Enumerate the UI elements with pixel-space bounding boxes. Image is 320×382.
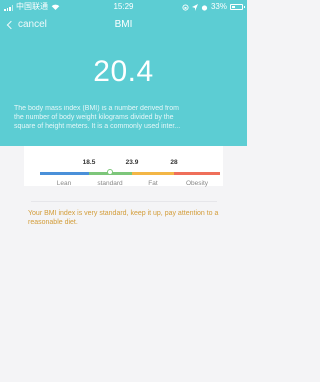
bmi-scale-card: 18.5 23.9 28 Lean standard Fat Obesity: [24, 146, 223, 187]
header: 中国联通 15:29 33% cancel BMI 20.4 The body …: [0, 0, 247, 146]
description-line-2: the number of body weight kilograms divi…: [14, 114, 174, 121]
threshold-fat: 28: [170, 159, 178, 166]
threshold-lean: 18.5: [82, 159, 96, 166]
bmi-description[interactable]: The body mass index (BMI) is a number de…: [14, 104, 233, 131]
description-line-1: The body mass index (BMI) is a number de…: [14, 105, 179, 112]
scale-bar-obesity: [174, 172, 220, 175]
bmi-value: 20.4: [93, 55, 154, 88]
nav-bar: cancel BMI: [0, 14, 247, 36]
bmi-screen: 中国联通 15:29 33% cancel BMI 20.4 The body …: [0, 0, 247, 382]
description-line-3: square of height meters. It is a commonl…: [14, 123, 181, 130]
alarm-icon: [201, 4, 208, 11]
scale-bar-lean: [40, 172, 89, 175]
category-standard: standard: [97, 180, 123, 187]
battery-percent: 33%: [210, 2, 227, 11]
location-icon: [191, 3, 198, 11]
status-bar: 中国联通 15:29 33%: [0, 0, 247, 14]
lock-rotation-icon: [182, 3, 189, 11]
category-obesity: Obesity: [185, 180, 209, 187]
bmi-marker: [107, 169, 113, 175]
divider: [31, 201, 217, 202]
battery-icon: [230, 4, 245, 10]
scale-bar-fat: [132, 172, 174, 175]
page-title: BMI: [114, 19, 133, 30]
category-lean: Lean: [56, 180, 72, 187]
bmi-advice: Your BMI index is very standard, keep it…: [28, 210, 219, 226]
status-right: 33%: [182, 0, 245, 14]
category-fat: Fat: [148, 180, 158, 187]
threshold-standard: 23.9: [125, 159, 139, 166]
